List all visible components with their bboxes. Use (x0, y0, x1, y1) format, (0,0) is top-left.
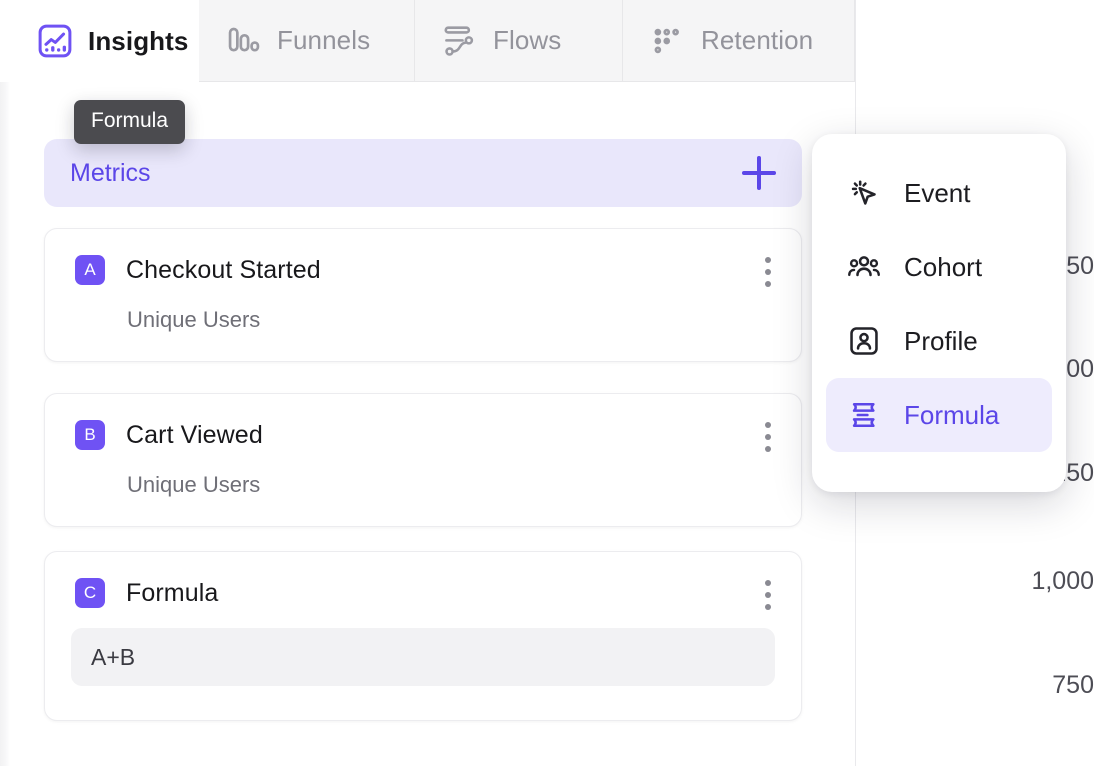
y-axis-tick: 1,000 (1031, 567, 1094, 596)
formula-icon (846, 397, 882, 433)
menu-item-cohort[interactable]: Cohort (826, 230, 1052, 304)
metric-badge: C (75, 578, 105, 608)
menu-item-event[interactable]: Event (826, 156, 1052, 230)
tab-insights[interactable]: Insights (10, 0, 198, 82)
tab-retention[interactable]: Retention (623, 0, 855, 82)
metric-card-header: B Cart Viewed (45, 394, 801, 450)
metric-title: Cart Viewed (126, 421, 263, 450)
tab-flows-label: Flows (493, 25, 561, 56)
metric-card[interactable]: B Cart Viewed Unique Users (44, 393, 802, 527)
menu-item-label: Cohort (904, 252, 982, 283)
metric-card-header: A Checkout Started (45, 229, 801, 285)
menu-item-profile[interactable]: Profile (826, 304, 1052, 378)
menu-item-label: Event (904, 178, 971, 209)
metrics-section-header: Metrics (44, 139, 802, 207)
tab-insights-label: Insights (88, 26, 188, 57)
metric-title: Checkout Started (126, 256, 321, 285)
profile-icon (846, 323, 882, 359)
metric-badge: A (75, 255, 105, 285)
menu-item-formula[interactable]: Formula (826, 378, 1052, 452)
funnels-icon (225, 22, 263, 60)
menu-item-label: Profile (904, 326, 978, 357)
formula-title: Formula (126, 579, 218, 608)
insights-icon (36, 22, 74, 60)
metric-subtitle[interactable]: Unique Users (45, 472, 801, 498)
insights-app: Insights Funnels (0, 0, 1094, 766)
metric-subtitle[interactable]: Unique Users (45, 307, 801, 333)
people-icon (846, 249, 882, 285)
header-right-area (856, 0, 1094, 82)
retention-icon (649, 22, 687, 60)
kebab-menu-icon[interactable] (765, 422, 771, 452)
kebab-menu-icon[interactable] (765, 580, 771, 610)
cursor-click-icon (846, 175, 882, 211)
metric-badge: B (75, 420, 105, 450)
tab-retention-label: Retention (701, 25, 813, 56)
menu-item-label: Formula (904, 400, 999, 431)
metric-card[interactable]: A Checkout Started Unique Users (44, 228, 802, 362)
y-axis-tick: 750 (1052, 671, 1094, 700)
tab-flows[interactable]: Flows (415, 0, 623, 82)
tab-funnels-label: Funnels (277, 25, 370, 56)
page-edge-strip (0, 0, 10, 766)
metrics-title: Metrics (70, 159, 151, 188)
formula-card-header: C Formula (45, 552, 801, 608)
tab-funnels[interactable]: Funnels (199, 0, 415, 82)
formula-card[interactable]: C Formula A+B (44, 551, 802, 721)
plus-icon[interactable] (742, 156, 776, 190)
add-metric-dropdown: Event Cohort (812, 134, 1066, 492)
flows-icon (441, 22, 479, 60)
formula-input[interactable]: A+B (71, 628, 775, 686)
formula-tooltip: Formula (74, 100, 185, 144)
kebab-menu-icon[interactable] (765, 257, 771, 287)
